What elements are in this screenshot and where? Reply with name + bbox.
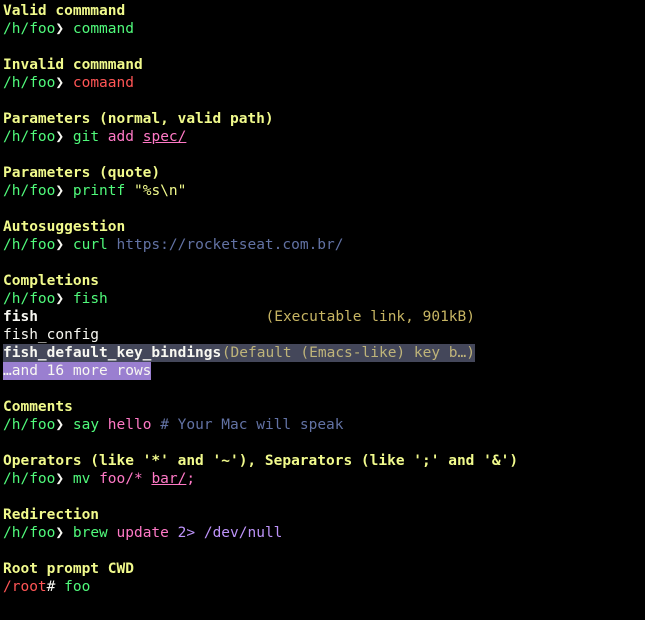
prompt-cwd: /h/foo: [3, 75, 56, 91]
command-text: git: [72, 129, 100, 145]
quote-text: "%s\n": [133, 183, 187, 199]
path-text: bar/: [151, 471, 187, 487]
command-text: mv: [72, 471, 91, 487]
param-text: foo/: [99, 471, 134, 487]
prompt-char: ❯: [55, 21, 65, 37]
separator-text: ;: [186, 471, 196, 487]
param-text: hello: [107, 417, 152, 433]
prompt-line-redirection: /h/foo❯ brew update 2> /dev/null: [3, 524, 645, 542]
prompt-char: ❯: [55, 183, 65, 199]
prompt-cwd: /h/foo: [3, 21, 56, 37]
section-title-operators: Operators (like '*' and '~'), Separators…: [3, 453, 519, 469]
redirect-target: /dev/null: [203, 525, 283, 541]
prompt-cwd: /h/foo: [3, 129, 56, 145]
section-title-redirection: Redirection: [3, 507, 100, 523]
section-title-params: Parameters (normal, valid path): [3, 111, 274, 127]
command-text: say: [72, 417, 100, 433]
prompt-line-comments: /h/foo❯ say hello # Your Mac will speak: [3, 416, 645, 434]
operator-text: *: [133, 471, 143, 487]
completion-name: fish_default_key_bindings: [3, 345, 222, 361]
prompt-line-completions: /h/foo❯ fish: [3, 290, 645, 308]
command-text: command: [72, 21, 134, 37]
completion-item-fish-config[interactable]: fish_config: [3, 326, 475, 344]
autosuggestion-text[interactable]: https://rocketseat.com.br/: [117, 237, 344, 253]
completion-more-line: …and 16 more rows: [3, 362, 645, 380]
section-title-autosuggestion: Autosuggestion: [3, 219, 126, 235]
prompt-char-root: #: [46, 579, 56, 595]
command-text: curl: [72, 237, 108, 253]
prompt-char: ❯: [55, 75, 65, 91]
command-text: printf: [72, 183, 126, 199]
prompt-char: ❯: [55, 417, 65, 433]
section-title-valid: Valid commmand: [3, 3, 126, 19]
section-title-comments: Comments: [3, 399, 73, 415]
completion-desc: (Default (Emacs-like) key b…): [221, 345, 475, 361]
completion-item-fish[interactable]: fish (Executable link, 901kB): [3, 308, 475, 326]
prompt-char: ❯: [55, 471, 65, 487]
path-text: spec/: [142, 129, 187, 145]
prompt-cwd: /h/foo: [3, 525, 56, 541]
prompt-char: ❯: [55, 525, 65, 541]
prompt-cwd: /h/foo: [3, 237, 56, 253]
param-text: update: [116, 525, 169, 541]
completion-item-selected[interactable]: fish_default_key_bindings (Default (Emacs…: [3, 344, 475, 362]
prompt-cwd: /h/foo: [3, 183, 56, 199]
param-text: add: [107, 129, 134, 145]
prompt-cwd: /h/foo: [3, 291, 56, 307]
command-text: brew: [72, 525, 108, 541]
command-text-invalid: comaand: [72, 75, 134, 91]
prompt-line-root[interactable]: /root# foo: [3, 578, 645, 596]
completion-name: fish_config: [3, 327, 100, 343]
section-title-quote: Parameters (quote): [3, 165, 161, 181]
prompt-cwd: /h/foo: [3, 417, 56, 433]
redirect-operator: 2>: [177, 525, 196, 541]
prompt-cwd-root: /root: [3, 579, 47, 595]
prompt-cwd: /h/foo: [3, 471, 56, 487]
prompt-line-valid: /h/foo❯ command: [3, 20, 645, 38]
prompt-line-operators: /h/foo❯ mv foo/* bar/;: [3, 470, 645, 488]
section-title-completions: Completions: [3, 273, 100, 289]
completion-desc: (Executable link, 901kB): [265, 309, 475, 325]
completion-name: fish: [3, 309, 38, 325]
comment-text: # Your Mac will speak: [160, 417, 344, 433]
prompt-char: ❯: [55, 237, 65, 253]
prompt-line-params: /h/foo❯ git add spec/: [3, 128, 645, 146]
completion-more-rows[interactable]: …and 16 more rows: [3, 362, 152, 380]
prompt-line-quote: /h/foo❯ printf "%s\n": [3, 182, 645, 200]
terminal-window[interactable]: Valid commmand /h/foo❯ command Invalid c…: [0, 0, 645, 620]
section-title-root: Root prompt CWD: [3, 561, 134, 577]
section-title-invalid: Invalid commmand: [3, 57, 143, 73]
prompt-line-autosuggestion: /h/foo❯ curl https://rocketseat.com.br/: [3, 236, 645, 254]
command-text: fish: [72, 291, 108, 307]
prompt-char: ❯: [55, 129, 65, 145]
prompt-char: ❯: [55, 291, 65, 307]
prompt-line-invalid: /h/foo❯ comaand: [3, 74, 645, 92]
command-text: foo: [64, 579, 91, 595]
